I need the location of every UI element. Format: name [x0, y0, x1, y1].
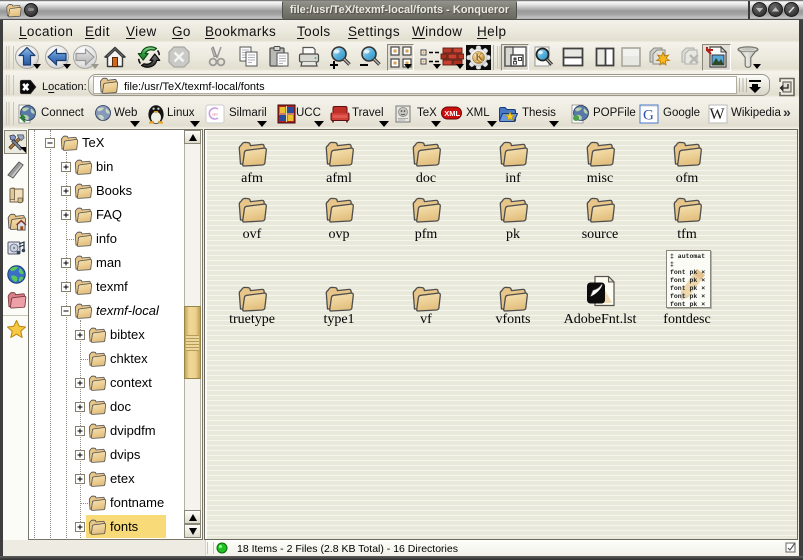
svg-text:silm: silm — [212, 113, 218, 117]
svg-text:K: K — [475, 53, 483, 64]
svg-text:XML: XML — [444, 109, 460, 118]
svg-text:W: W — [710, 106, 726, 123]
svg-text:G: G — [643, 108, 654, 124]
